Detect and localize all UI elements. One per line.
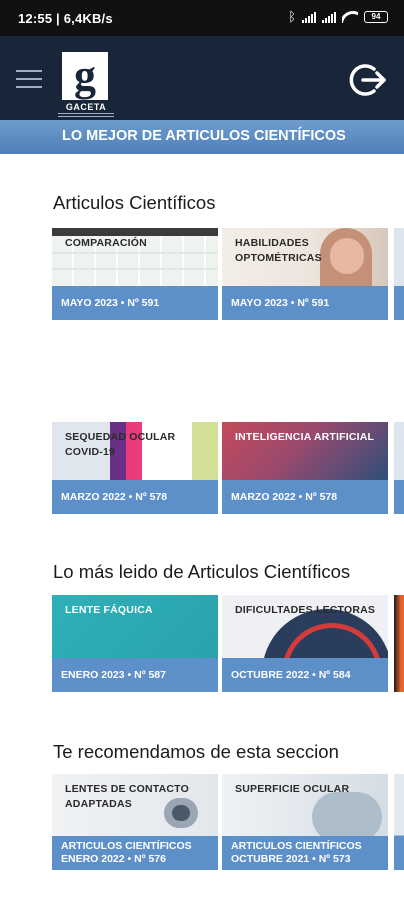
article-section: ARTICULOS CIENTÍFICOS (61, 840, 192, 852)
article-title: DIFICULTADES LECTORAS (235, 604, 376, 616)
article-title: SEQUEDAD OCULAR COVID-19 (65, 431, 176, 458)
article-meta: ARTICULOS CIENTÍFICOS OCTUBRE 2021 • Nº … (222, 836, 388, 870)
article-card-lente-faquica[interactable]: LENTE FÁQUICA ENERO 2023 • Nº 587 (52, 595, 218, 692)
article-card-inteligencia[interactable]: INTELIGENCIA ARTIFICIAL MARZO 2022 • Nº … (222, 422, 388, 514)
next-card-peek[interactable] (394, 422, 404, 514)
gaceta-logo[interactable]: g GACETA (58, 52, 114, 120)
article-meta: MARZO 2022 • Nº 578 (222, 480, 388, 514)
logo-subtitle-lines (58, 113, 114, 119)
section-title-articulos: Articulos Científicos (53, 192, 216, 213)
section-banner: LO MEJOR DE ARTICULOS CIENTÍFICOS (0, 120, 404, 154)
article-title: COMPARACIÓN (65, 237, 147, 249)
article-meta: MAYO 2023 • Nº 591 (222, 286, 388, 320)
article-meta: ARTICULOS CIENTÍFICOS ENERO 2022 • Nº 57… (52, 836, 218, 870)
article-card-superficie-ocular[interactable]: SUPERFICIE OCULAR ARTICULOS CIENTÍFICOS … (222, 774, 388, 870)
status-bar: 12:55 | 6,4KB/s ᛒ 94 (0, 0, 404, 36)
wifi-icon (342, 10, 358, 23)
app-header: g GACETA (0, 36, 404, 120)
article-date: ENERO 2022 • Nº 576 (61, 853, 166, 865)
next-card-peek[interactable] (394, 228, 404, 320)
logout-icon[interactable] (348, 60, 388, 100)
article-title: INTELIGENCIA ARTIFICIAL (235, 431, 375, 443)
article-card-comparacion[interactable]: COMPARACIÓN MAYO 2023 • Nº 591 (52, 228, 218, 320)
menu-icon[interactable] (16, 70, 42, 90)
logo-text: GACETA (65, 102, 107, 112)
article-title: LENTE FÁQUICA (65, 604, 153, 616)
article-meta: MAYO 2023 • Nº 591 (52, 286, 218, 320)
article-meta: OCTUBRE 2022 • Nº 584 (222, 658, 388, 692)
next-card-peek[interactable] (394, 595, 404, 692)
article-date: OCTUBRE 2021 • Nº 573 (231, 853, 351, 865)
status-time: 12:55 | 6,4KB/s (18, 11, 113, 26)
section-title-mas-leido: Lo más leido de Articulos Científicos (53, 561, 351, 582)
battery-icon: 94 (364, 10, 388, 23)
article-card-sequedad[interactable]: SEQUEDAD OCULAR COVID-19 MARZO 2022 • Nº… (52, 422, 218, 514)
article-section: ARTICULOS CIENTÍFICOS (231, 840, 362, 852)
article-card-lentes-contacto[interactable]: LENTES DE CONTACTO ADAPTADAS ARTICULOS C… (52, 774, 218, 870)
signal-icon (302, 11, 316, 23)
article-card-dificultades[interactable]: DIFICULTADES LECTORAS OCTUBRE 2022 • Nº … (222, 595, 388, 692)
article-meta: MARZO 2022 • Nº 578 (52, 480, 218, 514)
signal-icon (322, 11, 336, 23)
status-icons: ᛒ 94 (288, 9, 388, 24)
logo-mark: g (62, 52, 108, 100)
section-title-recomendamos: Te recomendamos de esta seccion (53, 741, 339, 762)
bluetooth-icon: ᛒ (288, 9, 296, 24)
article-title: HABILIDADES OPTOMÉTRICAS (235, 237, 322, 264)
article-title: SUPERFICIE OCULAR (235, 783, 350, 795)
article-meta: ENERO 2023 • Nº 587 (52, 658, 218, 692)
article-card-habilidades[interactable]: HABILIDADES OPTOMÉTRICAS MAYO 2023 • Nº … (222, 228, 388, 320)
next-card-peek[interactable] (394, 774, 404, 870)
article-title: LENTES DE CONTACTO ADAPTADAS (65, 783, 189, 810)
